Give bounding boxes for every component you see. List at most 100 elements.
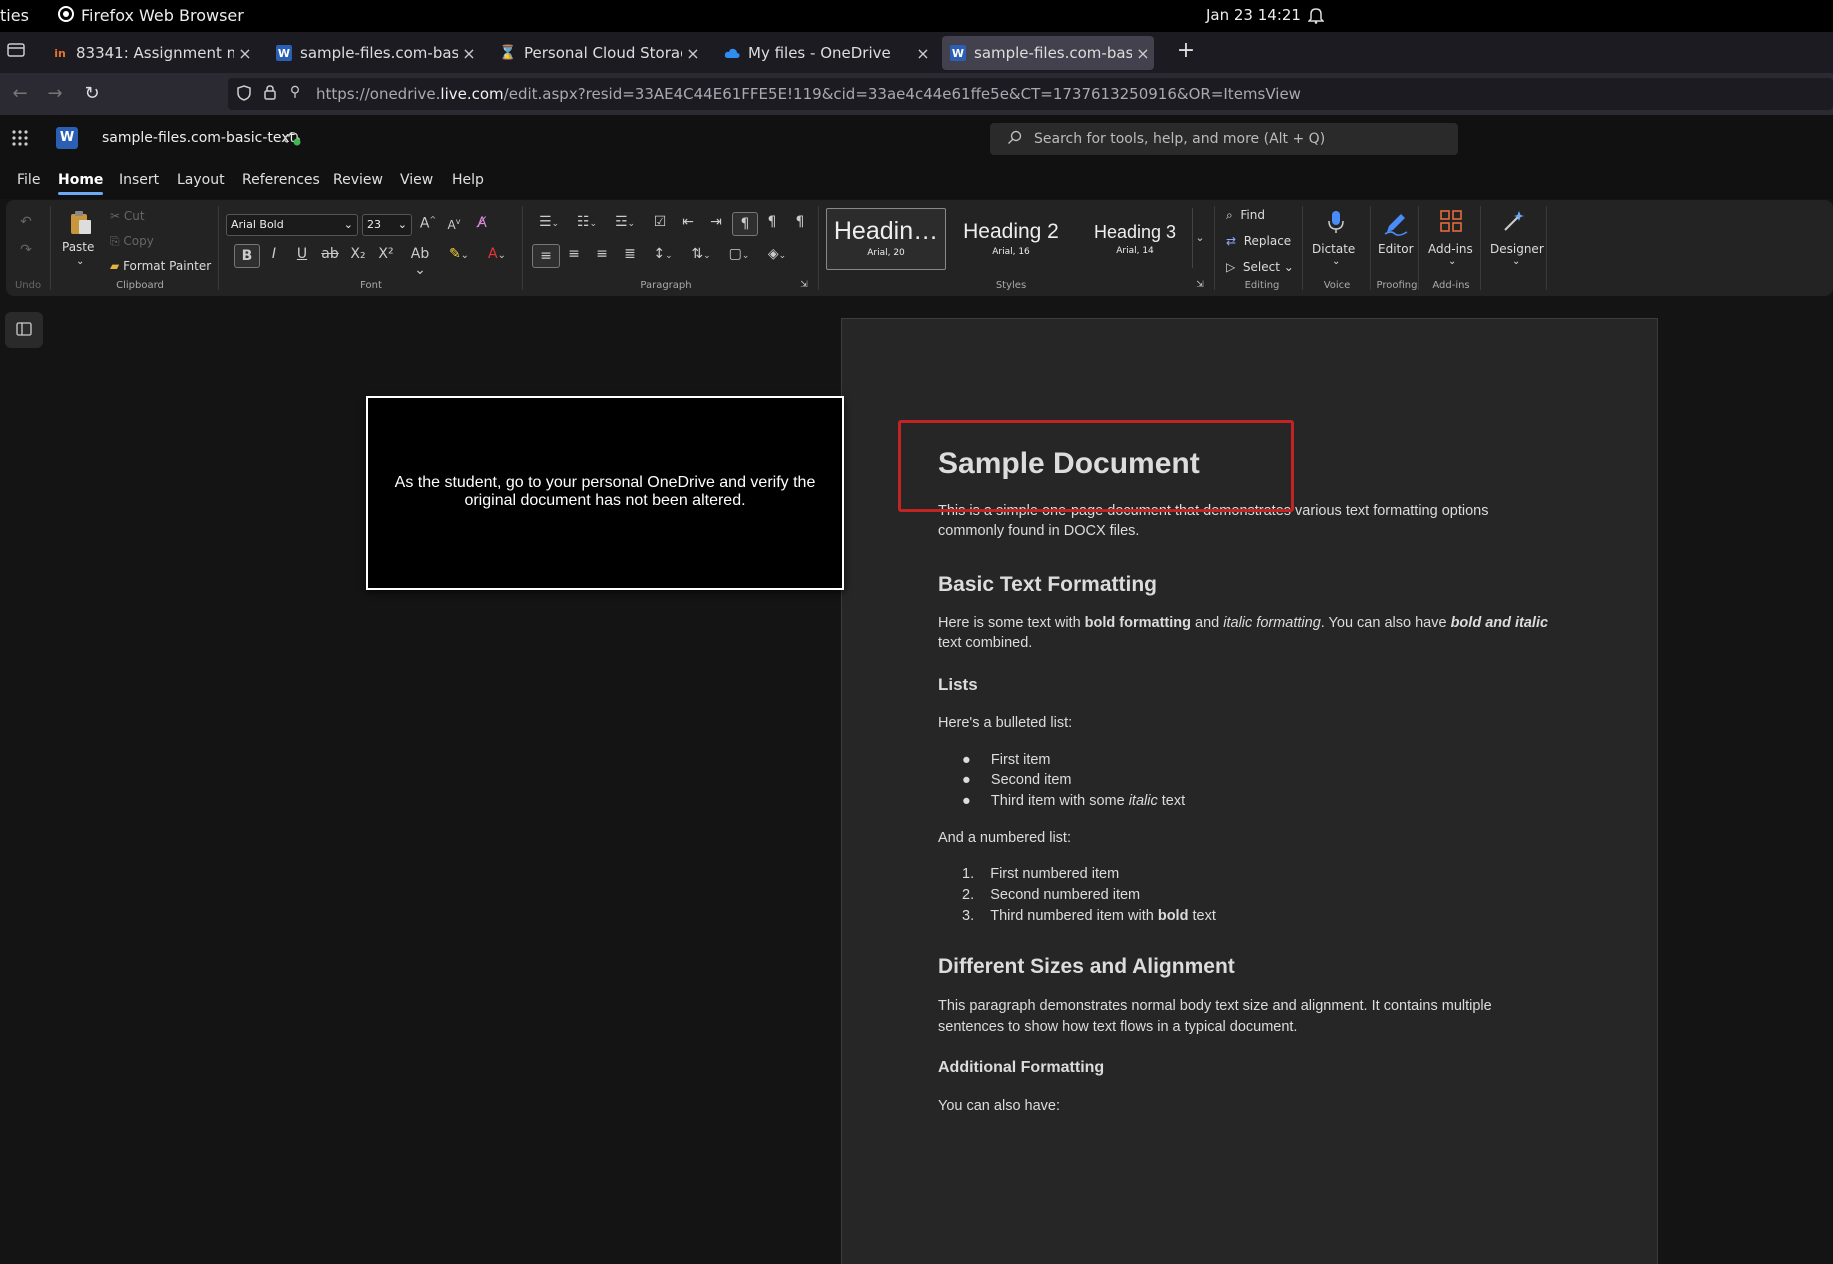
- replace-button[interactable]: ⇄ Replace: [1226, 234, 1291, 248]
- paragraph-spacing-icon[interactable]: ⇅⌄: [686, 246, 716, 262]
- shield-icon[interactable]: [236, 85, 252, 105]
- doc-heading[interactable]: Basic Text Formatting: [938, 573, 1157, 597]
- chevron-down-icon[interactable]: ⌄: [1512, 256, 1520, 267]
- dialog-launcher-icon[interactable]: ⇲: [798, 280, 810, 290]
- decrease-indent-icon[interactable]: ⇤: [678, 214, 698, 230]
- chevron-down-icon[interactable]: ⌄: [76, 256, 84, 267]
- list-item[interactable]: 2. Second numbered item: [962, 887, 1140, 903]
- shading-icon[interactable]: ◈⌄: [762, 246, 792, 262]
- borders-icon[interactable]: ▢⌄: [724, 246, 754, 262]
- list-item[interactable]: ● Third item with some italic text: [962, 793, 1185, 809]
- font-name-dropdown[interactable]: Arial Bold ⌄: [226, 214, 358, 236]
- editor-button[interactable]: Editor: [1378, 242, 1414, 256]
- tab-insert[interactable]: Insert: [119, 172, 159, 188]
- font-size-dropdown[interactable]: 23 ⌄: [362, 214, 412, 236]
- grow-font-icon[interactable]: A^: [418, 215, 438, 232]
- forward-icon[interactable]: →: [42, 81, 68, 107]
- tab-layout[interactable]: Layout: [177, 172, 225, 188]
- strikethrough-icon[interactable]: ab: [320, 246, 340, 262]
- ltr-icon[interactable]: ¶: [732, 212, 758, 236]
- highlight-icon[interactable]: ✎⌄: [444, 246, 474, 262]
- dictate-button[interactable]: Dictate: [1312, 242, 1355, 256]
- italic-icon[interactable]: I: [264, 246, 284, 262]
- styles-more-icon[interactable]: ⌄: [1192, 208, 1207, 268]
- chevron-down-icon[interactable]: ⌄: [1332, 256, 1340, 267]
- increase-indent-icon[interactable]: ⇥: [706, 214, 726, 230]
- activities-label[interactable]: ties: [0, 6, 29, 25]
- browser-tab[interactable]: in 83341: Assignment name ×: [44, 36, 256, 70]
- permissions-icon[interactable]: ⚲: [286, 84, 304, 100]
- rtl-icon[interactable]: ¶: [762, 214, 782, 230]
- select-button[interactable]: ▷ Select ⌄: [1226, 260, 1294, 274]
- bell-icon[interactable]: [1307, 6, 1325, 28]
- addins-button[interactable]: Add-ins: [1428, 242, 1473, 256]
- doc-heading[interactable]: Lists: [938, 675, 978, 695]
- undo-icon[interactable]: ↶: [18, 214, 34, 230]
- checklist-icon[interactable]: ☑: [650, 214, 670, 230]
- close-icon[interactable]: ×: [1132, 44, 1154, 63]
- clear-formatting-icon[interactable]: A̸: [472, 215, 492, 231]
- font-color-icon[interactable]: A⌄: [482, 246, 512, 262]
- browser-tab[interactable]: My files - OneDrive ×: [716, 36, 934, 70]
- doc-paragraph[interactable]: Here is some text with bold formatting a…: [938, 615, 1548, 631]
- dialog-launcher-icon[interactable]: ⇲: [1194, 280, 1206, 290]
- superscript-icon[interactable]: X²: [376, 246, 396, 262]
- tab-help[interactable]: Help: [452, 172, 484, 188]
- bold-icon[interactable]: B: [234, 244, 260, 268]
- align-center-icon[interactable]: ≡: [564, 246, 584, 262]
- navigation-pane-button[interactable]: [5, 312, 43, 348]
- close-icon[interactable]: ×: [234, 44, 256, 63]
- close-icon[interactable]: ×: [912, 44, 934, 63]
- url-text[interactable]: https://onedrive.live.com/edit.aspx?resi…: [316, 85, 1301, 103]
- doc-paragraph[interactable]: text combined.: [938, 635, 1032, 651]
- doc-paragraph[interactable]: sentences to show how text flows in a ty…: [938, 1019, 1297, 1035]
- app-launcher-icon[interactable]: [10, 129, 30, 151]
- find-button[interactable]: ⌕ Find: [1226, 208, 1265, 223]
- tab-references[interactable]: References: [242, 172, 320, 188]
- doc-paragraph[interactable]: This paragraph demonstrates normal body …: [938, 998, 1492, 1014]
- doc-paragraph[interactable]: You can also have:: [938, 1098, 1060, 1114]
- redo-icon[interactable]: ↷: [18, 242, 34, 258]
- addins-grid-icon[interactable]: [1438, 210, 1464, 236]
- paste-icon[interactable]: [66, 210, 96, 240]
- pilcrow-icon[interactable]: ¶: [790, 214, 810, 230]
- tab-file[interactable]: File: [17, 172, 40, 188]
- tab-home[interactable]: Home: [58, 172, 104, 195]
- format-painter-button[interactable]: ▰ Format Painter: [110, 259, 211, 273]
- underline-icon[interactable]: U: [292, 246, 312, 262]
- multilevel-list-icon[interactable]: ☲⌄: [610, 214, 640, 230]
- paste-button[interactable]: Paste: [62, 240, 94, 254]
- list-item[interactable]: 1. First numbered item: [962, 866, 1119, 882]
- microphone-icon[interactable]: [1324, 210, 1348, 238]
- style-heading-1[interactable]: Headin… Arial, 20: [826, 208, 946, 270]
- new-tab-icon[interactable]: +: [1175, 38, 1197, 63]
- list-item[interactable]: ● First item: [962, 752, 1051, 768]
- doc-paragraph[interactable]: And a numbered list:: [938, 830, 1071, 846]
- reload-icon[interactable]: ↻: [79, 81, 105, 107]
- lock-icon[interactable]: [262, 84, 278, 104]
- align-right-icon[interactable]: ≡: [592, 246, 612, 262]
- document-title[interactable]: sample-files.com-basic-text: [102, 130, 295, 146]
- cut-button[interactable]: ✂ Cut: [110, 209, 145, 223]
- browser-tab[interactable]: ⌛ Personal Cloud Storage – ×: [492, 36, 704, 70]
- shrink-font-icon[interactable]: Av: [444, 217, 464, 232]
- cloud-saved-icon[interactable]: [284, 130, 302, 150]
- search-box[interactable]: Search for tools, help, and more (Alt + …: [990, 123, 1458, 155]
- designer-button[interactable]: Designer: [1490, 242, 1544, 256]
- doc-paragraph[interactable]: Here's a bulleted list:: [938, 715, 1072, 731]
- browser-tab-active[interactable]: W sample-files.com-basic-text ×: [942, 36, 1154, 70]
- subscript-icon[interactable]: X₂: [348, 246, 368, 262]
- tab-overview-icon[interactable]: [6, 42, 26, 62]
- chevron-down-icon[interactable]: ⌄: [1448, 256, 1456, 267]
- doc-heading[interactable]: Different Sizes and Alignment: [938, 955, 1235, 979]
- browser-tab[interactable]: W sample-files.com-basic-text ×: [268, 36, 480, 70]
- style-heading-3[interactable]: Heading 3 Arial, 14: [1076, 208, 1194, 268]
- bullets-icon[interactable]: ☰⌄: [534, 214, 564, 230]
- editor-pen-icon[interactable]: [1382, 210, 1410, 240]
- style-heading-2[interactable]: Heading 2 Arial, 16: [950, 208, 1072, 268]
- close-icon[interactable]: ×: [682, 44, 704, 63]
- justify-icon[interactable]: ≣: [620, 246, 640, 262]
- tab-view[interactable]: View: [400, 172, 433, 188]
- url-bar[interactable]: ⚲ https://onedrive.live.com/edit.aspx?re…: [228, 78, 1833, 110]
- copy-button[interactable]: ⎘ Copy: [110, 234, 154, 249]
